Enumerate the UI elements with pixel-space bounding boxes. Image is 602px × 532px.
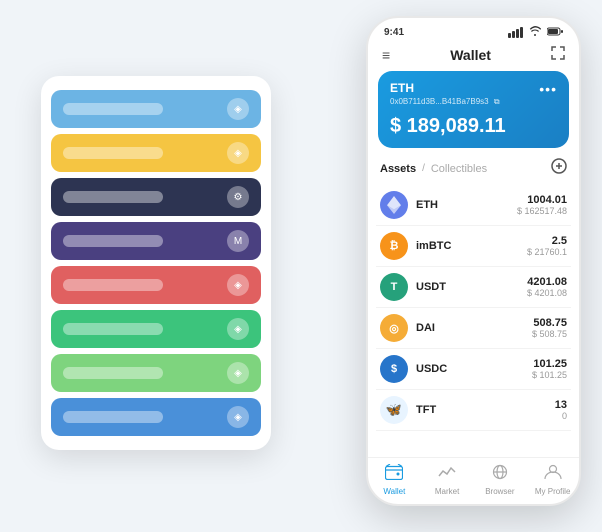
tft-icon: 🦋 [380,396,408,424]
nav-market[interactable]: Market [421,464,474,496]
status-time: 9:41 [384,27,404,38]
asset-item-usdt[interactable]: T USDT 4201.08 $ 4201.08 [376,267,571,308]
scene: ◈ ◈ ⚙ M ◈ ◈ ◈ ◈ 9:41 [21,16,581,516]
assets-tabs: Assets / Collectibles [380,163,487,175]
eth-card-more[interactable]: ••• [539,81,557,97]
stack-card-5[interactable]: ◈ [51,310,261,348]
copy-icon[interactable]: ⧉ [494,97,500,106]
imbtc-amounts: 2.5 $ 21760.1 [527,235,567,257]
dai-usd: $ 508.75 [532,329,567,339]
stack-card-0[interactable]: ◈ [51,90,261,128]
usdt-icon: T [380,273,408,301]
nav-browser[interactable]: Browser [474,464,527,496]
asset-item-eth[interactable]: ETH 1004.01 $ 162517.48 [376,185,571,226]
asset-item-tft[interactable]: 🦋 TFT 13 0 [376,390,571,431]
wallet-nav-label: Wallet [383,487,405,496]
assets-tab[interactable]: Assets [380,163,416,175]
wallet-nav-icon [385,464,403,485]
bottom-nav: Wallet Market Browser My Profile [368,457,579,504]
imbtc-usd: $ 21760.1 [527,247,567,257]
usdt-usd: $ 4201.08 [527,288,567,298]
eth-amount: 1004.01 [517,194,567,206]
card-label-5 [63,323,163,335]
card-label-1 [63,147,163,159]
card-label-2 [63,191,163,203]
dai-icon: ◎ [380,314,408,342]
status-icons [508,26,563,38]
stack-card-6[interactable]: ◈ [51,354,261,392]
usdt-amounts: 4201.08 $ 4201.08 [527,276,567,298]
card-label-6 [63,367,163,379]
tft-name: TFT [416,404,555,416]
usdc-name: USDC [416,363,532,375]
expand-icon[interactable] [551,46,565,63]
eth-icon [380,191,408,219]
phone-header: ≡ Wallet [368,42,579,71]
usdt-name: USDT [416,281,527,293]
collectibles-tab[interactable]: Collectibles [431,163,487,175]
imbtc-icon: ₿ [380,232,408,260]
imbtc-amount: 2.5 [527,235,567,247]
card-icon-1: ◈ [227,142,249,164]
signal-icon [508,27,523,38]
imbtc-name: imBTC [416,240,527,252]
eth-name: ETH [416,199,517,211]
status-bar: 9:41 [368,18,579,42]
usdc-usd: $ 101.25 [532,370,567,380]
eth-card-amount: $ 189,089.11 [390,115,557,138]
tft-amounts: 13 0 [555,399,567,421]
battery-icon [547,27,563,38]
nav-wallet[interactable]: Wallet [368,464,421,496]
eth-card[interactable]: ETH ••• 0x0B711d3B...B41Ba7B9s3 ⧉ $ 189,… [378,71,569,148]
asset-item-usdc[interactable]: $ USDC 101.25 $ 101.25 [376,349,571,390]
dai-amount: 508.75 [532,317,567,329]
eth-amounts: 1004.01 $ 162517.48 [517,194,567,216]
card-icon-0: ◈ [227,98,249,120]
eth-card-title: ETH [390,81,414,95]
card-label-3 [63,235,163,247]
tft-usd: 0 [555,411,567,421]
asset-list: ETH 1004.01 $ 162517.48 ₿ imBTC 2.5 $ 21… [368,185,579,457]
card-icon-3: M [227,230,249,252]
phone: 9:41 ≡ W [366,16,581,506]
card-label-4 [63,279,163,291]
card-icon-2: ⚙ [227,186,249,208]
card-icon-5: ◈ [227,318,249,340]
usdt-amount: 4201.08 [527,276,567,288]
market-nav-label: Market [435,487,459,496]
market-nav-icon [438,464,456,485]
stack-card-7[interactable]: ◈ [51,398,261,436]
assets-separator: / [422,163,425,174]
stack-card-1[interactable]: ◈ [51,134,261,172]
usdc-amount: 101.25 [532,358,567,370]
card-icon-7: ◈ [227,406,249,428]
card-label-7 [63,411,163,423]
add-asset-button[interactable] [551,158,567,179]
profile-nav-label: My Profile [535,487,571,496]
usdc-amounts: 101.25 $ 101.25 [532,358,567,380]
browser-nav-icon [491,464,509,485]
eth-usd: $ 162517.48 [517,206,567,216]
profile-nav-icon [544,464,562,485]
dai-name: DAI [416,322,532,334]
asset-item-dai[interactable]: ◎ DAI 508.75 $ 508.75 [376,308,571,349]
card-stack: ◈ ◈ ⚙ M ◈ ◈ ◈ ◈ [41,76,271,450]
nav-profile[interactable]: My Profile [526,464,579,496]
browser-nav-label: Browser [485,487,514,496]
stack-card-3[interactable]: M [51,222,261,260]
card-icon-4: ◈ [227,274,249,296]
header-title: Wallet [450,47,491,63]
card-label-0 [63,103,163,115]
stack-card-2[interactable]: ⚙ [51,178,261,216]
dai-amounts: 508.75 $ 508.75 [532,317,567,339]
assets-header: Assets / Collectibles [368,158,579,185]
usdc-icon: $ [380,355,408,383]
eth-card-address: 0x0B711d3B...B41Ba7B9s3 ⧉ [390,97,557,107]
asset-item-imbtc[interactable]: ₿ imBTC 2.5 $ 21760.1 [376,226,571,267]
menu-icon[interactable]: ≡ [382,47,390,63]
wifi-icon [529,26,541,38]
tft-amount: 13 [555,399,567,411]
stack-card-4[interactable]: ◈ [51,266,261,304]
card-icon-6: ◈ [227,362,249,384]
